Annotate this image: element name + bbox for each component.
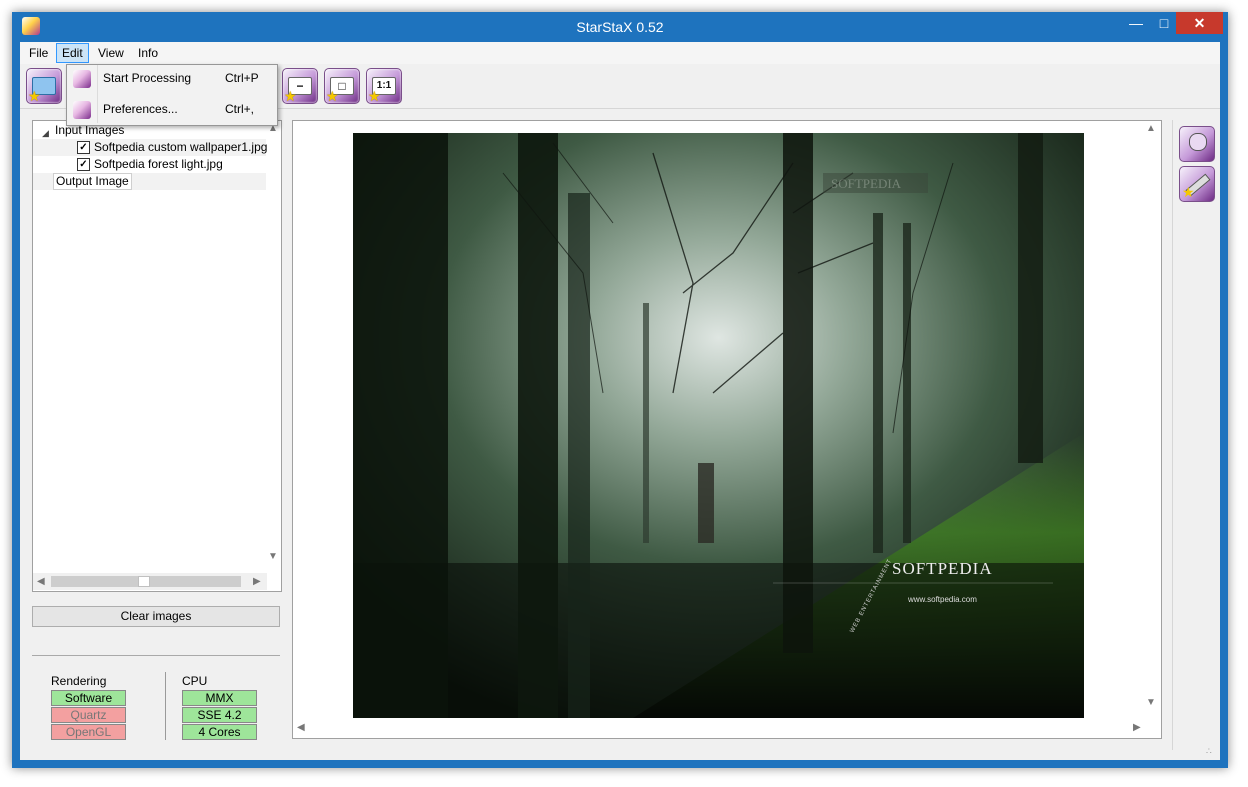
preview-image[interactable]: SOFTPEDIA SOFTPEDIA www.softpedia.com WE… [353,133,1084,718]
image-tree[interactable]: ◢ Input Images ✓ Softpedia custom wallpa… [32,120,282,592]
zoom-fit-button[interactable]: □ ★ [324,68,360,104]
tree-file-row[interactable]: ✓ Softpedia forest light.jpg [33,156,266,173]
scroll-left-icon[interactable]: ◀ [297,722,305,733]
rendering-opengl-badge: OpenGL [51,724,126,740]
menu-file[interactable]: File [24,44,53,62]
app-window: StarStaX 0.52 — □ ✕ File Edit View Info … [12,12,1228,768]
edit-menu-dropdown: Start Processing Ctrl+P Preferences... C… [66,64,278,126]
scroll-down-icon[interactable]: ▼ [268,551,278,562]
tree-node-output-image[interactable]: Output Image [33,173,266,190]
vertical-scrollbar[interactable]: ▲ ▼ [266,121,280,573]
star-icon: ★ [368,88,381,104]
cpu-title: CPU [182,674,208,688]
file-name: Softpedia forest light.jpg [94,157,223,171]
preferences-icon [73,101,91,119]
divider [32,655,280,656]
client-area: File Edit View Info ★ − ★ □ ★ 1:1 ★ ◢ In… [20,42,1220,760]
open-images-button[interactable]: ★ [26,68,62,104]
horizontal-scrollbar[interactable]: ◀ ▶ [33,573,267,590]
process-settings-button[interactable] [1179,126,1215,162]
forest-image: SOFTPEDIA SOFTPEDIA www.softpedia.com WE… [353,133,1084,718]
divider [165,672,166,740]
preferences-button[interactable]: ★ [1179,166,1215,202]
window-title: StarStaX 0.52 [576,19,664,35]
scroll-right-icon[interactable]: ▶ [253,576,261,587]
resize-grip[interactable]: ∴ [1206,746,1212,757]
scroll-right-icon[interactable]: ▶ [1133,722,1141,733]
minimize-button[interactable]: — [1123,12,1149,34]
checkbox[interactable]: ✓ [77,141,90,154]
scroll-down-icon[interactable]: ▼ [1146,697,1156,708]
start-processing-icon [73,70,91,88]
right-tool-panel: ★ [1172,120,1221,750]
watermark-text: SOFTPEDIA [831,176,902,191]
scroll-left-icon[interactable]: ◀ [37,576,45,587]
scroll-up-icon[interactable]: ▲ [1146,123,1156,134]
gear-icon [1189,133,1207,151]
cpu-mmx-badge: MMX [182,690,257,706]
menu-info[interactable]: Info [133,44,163,62]
scroll-thumb[interactable] [138,576,150,587]
cpu-cores-badge: 4 Cores [182,724,257,740]
checkbox[interactable]: ✓ [77,158,90,171]
star-icon: ★ [28,88,41,104]
menu-item-label: Preferences... [103,102,178,116]
title-bar[interactable]: StarStaX 0.52 — □ ✕ [12,12,1228,42]
file-name: Softpedia custom wallpaper1.jpg [94,140,268,154]
star-icon: ★ [284,88,297,104]
preview-pane[interactable]: SOFTPEDIA SOFTPEDIA www.softpedia.com WE… [292,120,1162,739]
zoom-actual-button[interactable]: 1:1 ★ [366,68,402,104]
menu-edit[interactable]: Edit [56,43,89,63]
menu-item-preferences[interactable]: Preferences... Ctrl+, [69,98,273,122]
clear-images-button[interactable]: Clear images [32,606,280,627]
menu-item-shortcut: Ctrl+P [225,71,259,85]
menu-item-shortcut: Ctrl+, [225,102,255,116]
cpu-sse-badge: SSE 4.2 [182,707,257,723]
star-icon: ★ [1182,184,1195,200]
maximize-button[interactable]: □ [1151,12,1177,34]
tree-node-label: Output Image [53,173,132,190]
zoom-out-button[interactable]: − ★ [282,68,318,104]
brand-logo-text: SOFTPEDIA [892,559,993,578]
menu-item-start-processing[interactable]: Start Processing Ctrl+P [69,67,273,91]
rendering-software-badge: Software [51,690,126,706]
brand-url-text: www.softpedia.com [907,595,977,604]
menu-item-label: Start Processing [103,71,192,85]
rendering-title: Rendering [51,674,107,688]
tree-file-row[interactable]: ✓ Softpedia custom wallpaper1.jpg [33,139,268,156]
rendering-quartz-badge: Quartz [51,707,126,723]
star-icon: ★ [326,88,339,104]
menu-bar: File Edit View Info [20,42,1220,64]
close-button[interactable]: ✕ [1176,12,1223,34]
menu-view[interactable]: View [93,44,129,62]
